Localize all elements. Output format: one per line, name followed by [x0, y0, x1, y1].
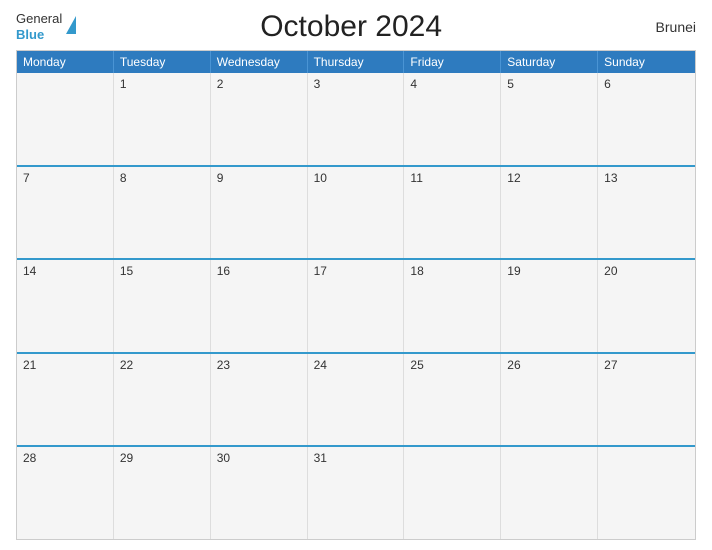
week-row: 1 2 3 4 5 6 [17, 73, 695, 165]
weeks: 1 2 3 4 5 6 7 8 9 10 11 12 13 14 15 16 [17, 73, 695, 539]
day-cell: 30 [211, 447, 308, 539]
logo-text: General Blue [16, 11, 62, 42]
day-cell: 28 [17, 447, 114, 539]
day-cell: 9 [211, 167, 308, 259]
day-cell [598, 447, 695, 539]
day-cell: 5 [501, 73, 598, 165]
day-cell: 20 [598, 260, 695, 352]
logo-triangle-icon [66, 16, 76, 34]
day-cell: 12 [501, 167, 598, 259]
week-row: 28 29 30 31 [17, 445, 695, 539]
day-cell: 18 [404, 260, 501, 352]
day-cell: 13 [598, 167, 695, 259]
day-cell: 2 [211, 73, 308, 165]
month-title: October 2024 [76, 10, 626, 44]
header-tuesday: Tuesday [114, 51, 211, 73]
day-cell [501, 447, 598, 539]
page: General Blue October 2024 Brunei Monday … [0, 0, 712, 550]
day-cell: 15 [114, 260, 211, 352]
day-cell: 3 [308, 73, 405, 165]
day-cell: 11 [404, 167, 501, 259]
header-thursday: Thursday [308, 51, 405, 73]
week-row: 7 8 9 10 11 12 13 [17, 165, 695, 259]
country-label: Brunei [626, 19, 696, 35]
day-cell [404, 447, 501, 539]
day-cell: 23 [211, 354, 308, 446]
day-cell: 27 [598, 354, 695, 446]
day-cell: 17 [308, 260, 405, 352]
day-cell: 16 [211, 260, 308, 352]
week-row: 14 15 16 17 18 19 20 [17, 258, 695, 352]
day-cell [17, 73, 114, 165]
day-cell: 25 [404, 354, 501, 446]
day-cell: 4 [404, 73, 501, 165]
header-friday: Friday [404, 51, 501, 73]
day-cell: 7 [17, 167, 114, 259]
week-row: 21 22 23 24 25 26 27 [17, 352, 695, 446]
day-cell: 24 [308, 354, 405, 446]
header-saturday: Saturday [501, 51, 598, 73]
header-monday: Monday [17, 51, 114, 73]
day-cell: 14 [17, 260, 114, 352]
calendar: Monday Tuesday Wednesday Thursday Friday… [16, 50, 696, 540]
day-cell: 29 [114, 447, 211, 539]
day-cell: 6 [598, 73, 695, 165]
header-sunday: Sunday [598, 51, 695, 73]
header: General Blue October 2024 Brunei [16, 10, 696, 44]
day-cell: 10 [308, 167, 405, 259]
day-cell: 8 [114, 167, 211, 259]
day-headers: Monday Tuesday Wednesday Thursday Friday… [17, 51, 695, 73]
day-cell: 21 [17, 354, 114, 446]
day-cell: 1 [114, 73, 211, 165]
day-cell: 26 [501, 354, 598, 446]
day-cell: 22 [114, 354, 211, 446]
logo-general: General [16, 11, 62, 27]
logo: General Blue [16, 11, 76, 42]
header-wednesday: Wednesday [211, 51, 308, 73]
logo-blue: Blue [16, 27, 62, 43]
day-cell: 19 [501, 260, 598, 352]
day-cell: 31 [308, 447, 405, 539]
